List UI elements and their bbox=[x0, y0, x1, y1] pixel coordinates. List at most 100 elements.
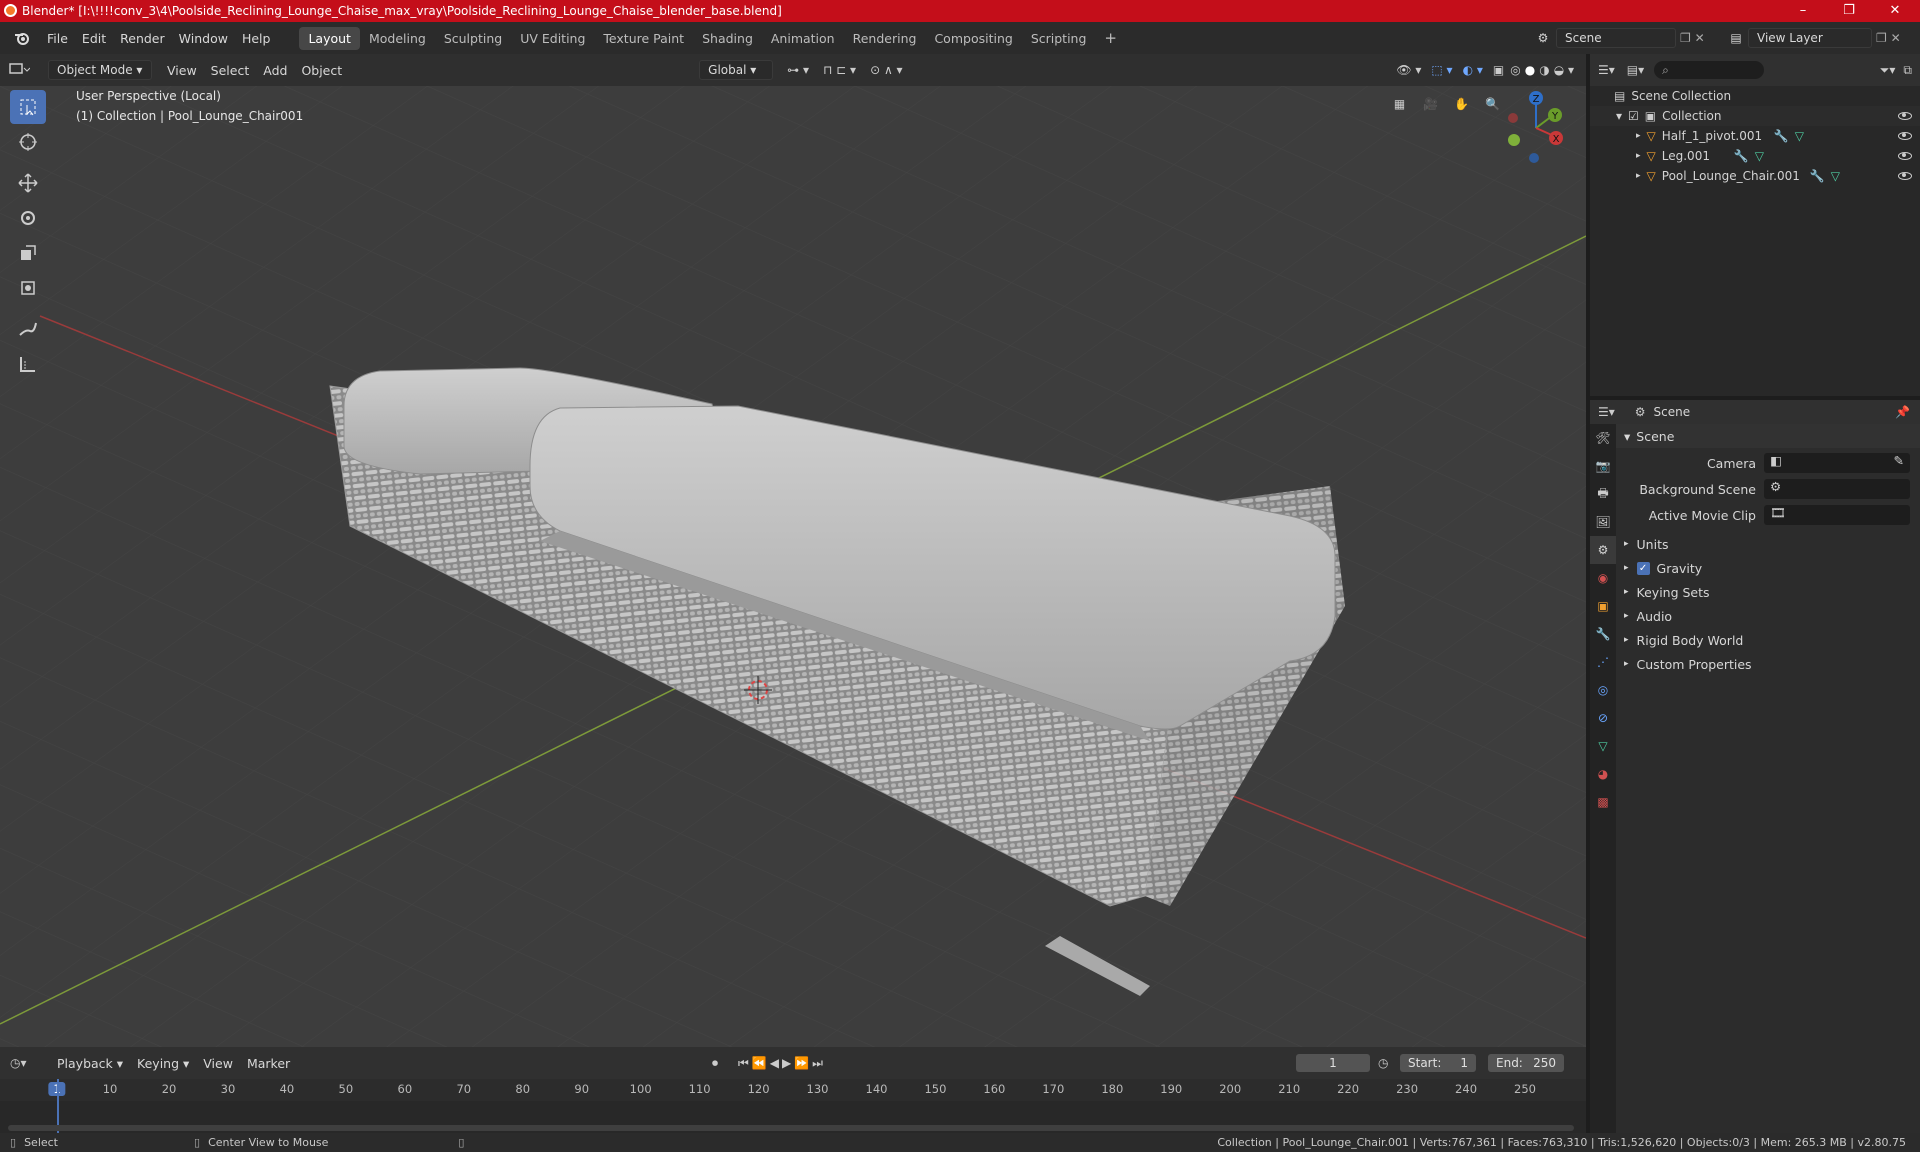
keying-sets-section[interactable]: ▸ Keying Sets bbox=[1616, 580, 1920, 604]
camera-field[interactable]: ◧ ✎ bbox=[1764, 453, 1910, 473]
expand-arrow-icon[interactable]: ▸ bbox=[1636, 151, 1641, 161]
display-mode-icon[interactable]: ▤▾ bbox=[1627, 63, 1644, 77]
object-tab-icon[interactable]: ▣ bbox=[1590, 592, 1616, 620]
material-shading-icon[interactable]: ◑ bbox=[1539, 63, 1549, 77]
solid-shading-icon[interactable]: ● bbox=[1525, 63, 1535, 77]
output-tab-icon[interactable]: 🖶 bbox=[1590, 480, 1616, 508]
tab-animation[interactable]: Animation bbox=[762, 27, 844, 50]
material-tab-icon[interactable]: ◕ bbox=[1590, 760, 1616, 788]
mode-selector[interactable]: Object Mode ▾ bbox=[48, 60, 152, 80]
world-tab-icon[interactable]: ◉ bbox=[1590, 564, 1616, 592]
cursor-tool-icon[interactable] bbox=[10, 125, 46, 159]
viewport-menu-object[interactable]: Object bbox=[294, 63, 349, 78]
particles-tab-icon[interactable]: ⋰ bbox=[1590, 648, 1616, 676]
camera-view-icon[interactable]: 🎥 bbox=[1417, 90, 1444, 117]
timeline-menu-playback[interactable]: Playback ▾ bbox=[50, 1056, 130, 1071]
record-button-icon[interactable]: ⏺ bbox=[712, 1056, 718, 1071]
tab-compositing[interactable]: Compositing bbox=[925, 27, 1021, 50]
modifier-icon[interactable]: 🔧 bbox=[1774, 129, 1789, 143]
outliner-editor-icon[interactable]: ☰▾ bbox=[1598, 63, 1615, 77]
select-box-tool-icon[interactable] bbox=[10, 90, 46, 124]
gravity-section[interactable]: ▸ ✓ Gravity bbox=[1616, 556, 1920, 580]
texture-tab-icon[interactable]: ▩ bbox=[1590, 788, 1616, 816]
pin-icon[interactable]: 📌 bbox=[1895, 405, 1910, 419]
modifier-tab-icon[interactable]: 🔧 bbox=[1590, 620, 1616, 648]
visibility-icon[interactable]: 👁 ▾ bbox=[1396, 63, 1421, 77]
close-button[interactable]: ✕ bbox=[1874, 0, 1916, 22]
rendered-shading-icon[interactable]: ◒ ▾ bbox=[1554, 63, 1574, 77]
expand-arrow-icon[interactable]: ▸ bbox=[1636, 131, 1641, 141]
tab-sculpting[interactable]: Sculpting bbox=[435, 27, 511, 50]
scene-tab-icon[interactable]: ⚙ bbox=[1590, 536, 1616, 564]
tool-tab-icon[interactable]: 🛠 bbox=[1590, 424, 1616, 452]
clock-icon[interactable]: ◷ bbox=[1378, 1056, 1388, 1070]
gravity-checkbox[interactable]: ✓ bbox=[1636, 561, 1650, 575]
timeline-menu-marker[interactable]: Marker bbox=[240, 1056, 297, 1071]
pan-view-icon[interactable]: ✋ bbox=[1448, 90, 1475, 117]
rotate-tool-icon[interactable] bbox=[10, 201, 46, 235]
pivot-icon[interactable]: ⊶ ▾ bbox=[787, 63, 809, 77]
tab-scripting[interactable]: Scripting bbox=[1022, 27, 1096, 50]
viewport-menu-select[interactable]: Select bbox=[204, 63, 257, 78]
tab-shading[interactable]: Shading bbox=[693, 27, 762, 50]
menu-render[interactable]: Render bbox=[113, 31, 172, 46]
new-collection-icon[interactable]: ⧉ bbox=[1903, 63, 1912, 78]
audio-section[interactable]: ▸ Audio bbox=[1616, 604, 1920, 628]
measure-tool-icon[interactable] bbox=[10, 347, 46, 381]
overlay-toggle-icon[interactable]: ◐ ▾ bbox=[1463, 63, 1483, 77]
scale-tool-icon[interactable] bbox=[10, 236, 46, 270]
transform-tool-icon[interactable] bbox=[10, 271, 46, 305]
timeline-editor-icon[interactable]: ◷▾ bbox=[10, 1056, 40, 1070]
mesh-data-icon[interactable]: ▽ bbox=[1831, 169, 1840, 183]
timeline-menu-view[interactable]: View bbox=[196, 1056, 240, 1071]
eye-icon[interactable] bbox=[1898, 112, 1912, 120]
rigid-body-world-section[interactable]: ▸ Rigid Body World bbox=[1616, 628, 1920, 652]
menu-window[interactable]: Window bbox=[172, 31, 235, 46]
editor-type-icon[interactable] bbox=[8, 62, 38, 79]
start-frame-field[interactable]: Start: 1 bbox=[1400, 1054, 1476, 1072]
view-layer-tab-icon[interactable]: 🖼 bbox=[1590, 508, 1616, 536]
mesh-data-icon[interactable]: ▽ bbox=[1795, 129, 1804, 143]
constraints-tab-icon[interactable]: ⊘ bbox=[1590, 704, 1616, 732]
menu-help[interactable]: Help bbox=[235, 31, 278, 46]
outliner-object-row[interactable]: ▸ ▽ Half_1_pivot.001 🔧 ▽ bbox=[1590, 126, 1920, 146]
viewport-menu-view[interactable]: View bbox=[160, 63, 204, 78]
wireframe-shading-icon[interactable]: ◎ bbox=[1510, 63, 1520, 77]
tab-uv-editing[interactable]: UV Editing bbox=[511, 27, 594, 50]
scene-selector[interactable]: Scene bbox=[1556, 28, 1676, 48]
viewport-menu-add[interactable]: Add bbox=[256, 63, 294, 78]
expand-collapse-icon[interactable]: ▾ bbox=[1616, 109, 1622, 123]
orientation-selector[interactable]: Global ▾ bbox=[699, 60, 774, 80]
timeline-ruler[interactable]: 1102030405060708090100110120130140150160… bbox=[0, 1079, 1586, 1101]
timeline-scrollbar[interactable] bbox=[8, 1125, 1574, 1131]
outliner-collection-row[interactable]: ▾ ☑ ▣ Collection bbox=[1590, 106, 1920, 126]
modifier-icon[interactable]: 🔧 bbox=[1734, 149, 1749, 163]
outliner-search-input[interactable]: ⌕ bbox=[1654, 61, 1765, 79]
proportional-edit-icon[interactable]: ⊙ ∧ ▾ bbox=[870, 63, 903, 77]
active-movie-clip-field[interactable]: 🎞 bbox=[1764, 505, 1910, 525]
outliner-object-row[interactable]: ▸ ▽ Leg.001 🔧 ▽ bbox=[1590, 146, 1920, 166]
view-layer-selector[interactable]: View Layer bbox=[1748, 28, 1872, 48]
background-scene-field[interactable]: ⚙ bbox=[1764, 479, 1910, 499]
maximize-button[interactable]: ❐ bbox=[1828, 0, 1870, 22]
end-frame-field[interactable]: End: 250 bbox=[1488, 1054, 1564, 1072]
filter-icon[interactable]: ⏷▾ bbox=[1880, 63, 1896, 78]
tab-modeling[interactable]: Modeling bbox=[360, 27, 435, 50]
timeline-menu-keying[interactable]: Keying ▾ bbox=[130, 1056, 196, 1071]
modifier-icon[interactable]: 🔧 bbox=[1810, 169, 1825, 183]
playback-controls[interactable]: ⏮⏪◀▶⏩⏭ bbox=[738, 1056, 826, 1071]
current-frame-field[interactable]: 1 bbox=[1296, 1054, 1370, 1072]
mesh-data-tab-icon[interactable]: ▽ bbox=[1590, 732, 1616, 760]
outliner-scene-collection[interactable]: ▤ Scene Collection bbox=[1590, 86, 1920, 106]
xray-icon[interactable]: ▣ bbox=[1493, 63, 1504, 77]
menu-file[interactable]: File bbox=[40, 31, 75, 46]
properties-editor-icon[interactable]: ☰▾ bbox=[1598, 405, 1615, 419]
scene-panel-header[interactable]: ▾ Scene bbox=[1616, 424, 1920, 448]
render-tab-icon[interactable]: 📷 bbox=[1590, 452, 1616, 480]
expand-arrow-icon[interactable]: ▸ bbox=[1636, 171, 1641, 181]
move-tool-icon[interactable] bbox=[10, 166, 46, 200]
eye-icon[interactable] bbox=[1898, 172, 1912, 180]
tab-layout[interactable]: Layout bbox=[299, 26, 360, 50]
add-workspace-button[interactable]: + bbox=[1095, 25, 1126, 51]
annotate-tool-icon[interactable] bbox=[10, 312, 46, 346]
